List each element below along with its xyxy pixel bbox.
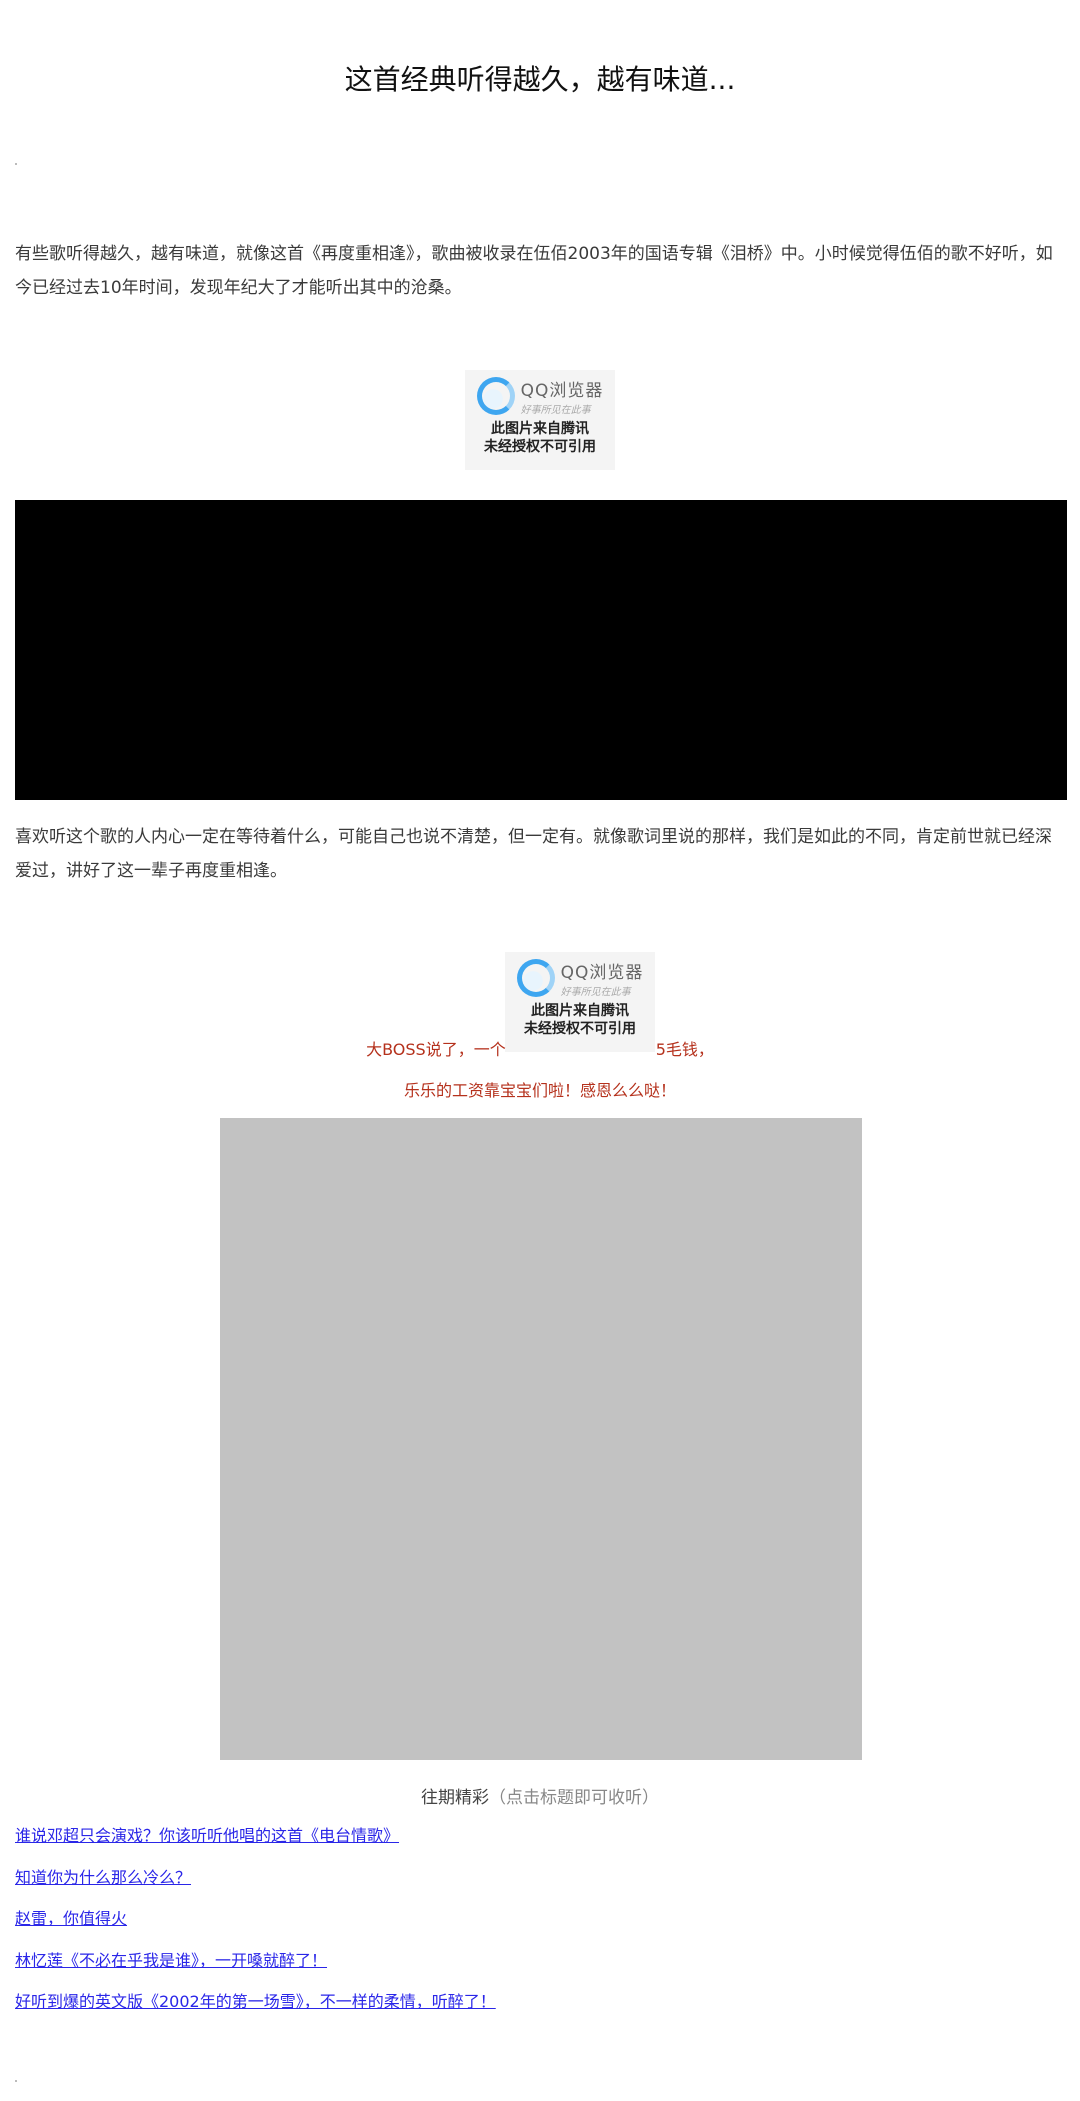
promo-text-after: 5毛钱， [655,1040,714,1059]
watermark-slogan: 好事所见在此事 [560,987,631,998]
watermark-slogan: 好事所见在此事 [520,405,591,416]
qq-browser-logo-icon [476,377,515,415]
qq-browser-logo-icon [516,959,555,997]
past-links-list: 谁说邓超只会演戏？你该听听他唱的这首《电台情歌》 知道你为什么那么冷么？ 赵雷，… [15,1824,1065,2032]
qr-code-image-placeholder [220,1118,862,1760]
article-title: 这首经典听得越久，越有味道... [344,63,736,96]
watermark-line-1: 此图片来自腾讯 [531,1003,629,1019]
watermark-brand: QQ浏览器 [520,381,604,401]
video-player[interactable] [15,500,1067,800]
promo-line-1: 大BOSS说了，一个 5毛钱， [0,1036,1080,1060]
promo-text-before: 大BOSS说了，一个 [366,1040,506,1059]
past-link-item[interactable]: 赵雷，你值得火 [15,1907,1065,1949]
past-link-item[interactable]: 谁说邓超只会演戏？你该听听他唱的这首《电台情歌》 [15,1824,1065,1866]
divider-dot [15,163,17,165]
watermark-line-2: 未经授权不可引用 [484,439,596,455]
watermark-image: QQ浏览器 好事所见在此事 此图片来自腾讯 未经授权不可引用 [465,370,615,470]
past-highlights-label: 往期精彩 [421,1788,489,1808]
promo-line-2: 乐乐的工资靠宝宝们啦！感恩么么哒！ [403,1081,676,1100]
watermark-line-1: 此图片来自腾讯 [491,421,589,437]
divider-dot [15,2080,17,2082]
past-highlights-header: 往期精彩（点击标题即可收听） [0,1783,1080,1808]
article-paragraph-1: 有些歌听得越久，越有味道，就像这首《再度重相逢》，歌曲被收录在伍佰2003年的国… [15,244,1053,298]
watermark-brand: QQ浏览器 [560,963,644,983]
past-highlights-hint: （点击标题即可收听） [489,1788,659,1808]
past-link-item[interactable]: 好听到爆的英文版《2002年的第一场雪》，不一样的柔情，听醉了！ [15,1990,1065,2032]
past-link-item[interactable]: 林忆莲《不必在乎我是谁》，一开嗓就醉了！ [15,1949,1065,1991]
article-paragraph-2: 喜欢听这个歌的人内心一定在等待着什么，可能自己也说不清楚，但一定有。就像歌词里说… [15,827,1052,881]
past-link-item[interactable]: 知道你为什么那么冷么？ [15,1866,1065,1908]
